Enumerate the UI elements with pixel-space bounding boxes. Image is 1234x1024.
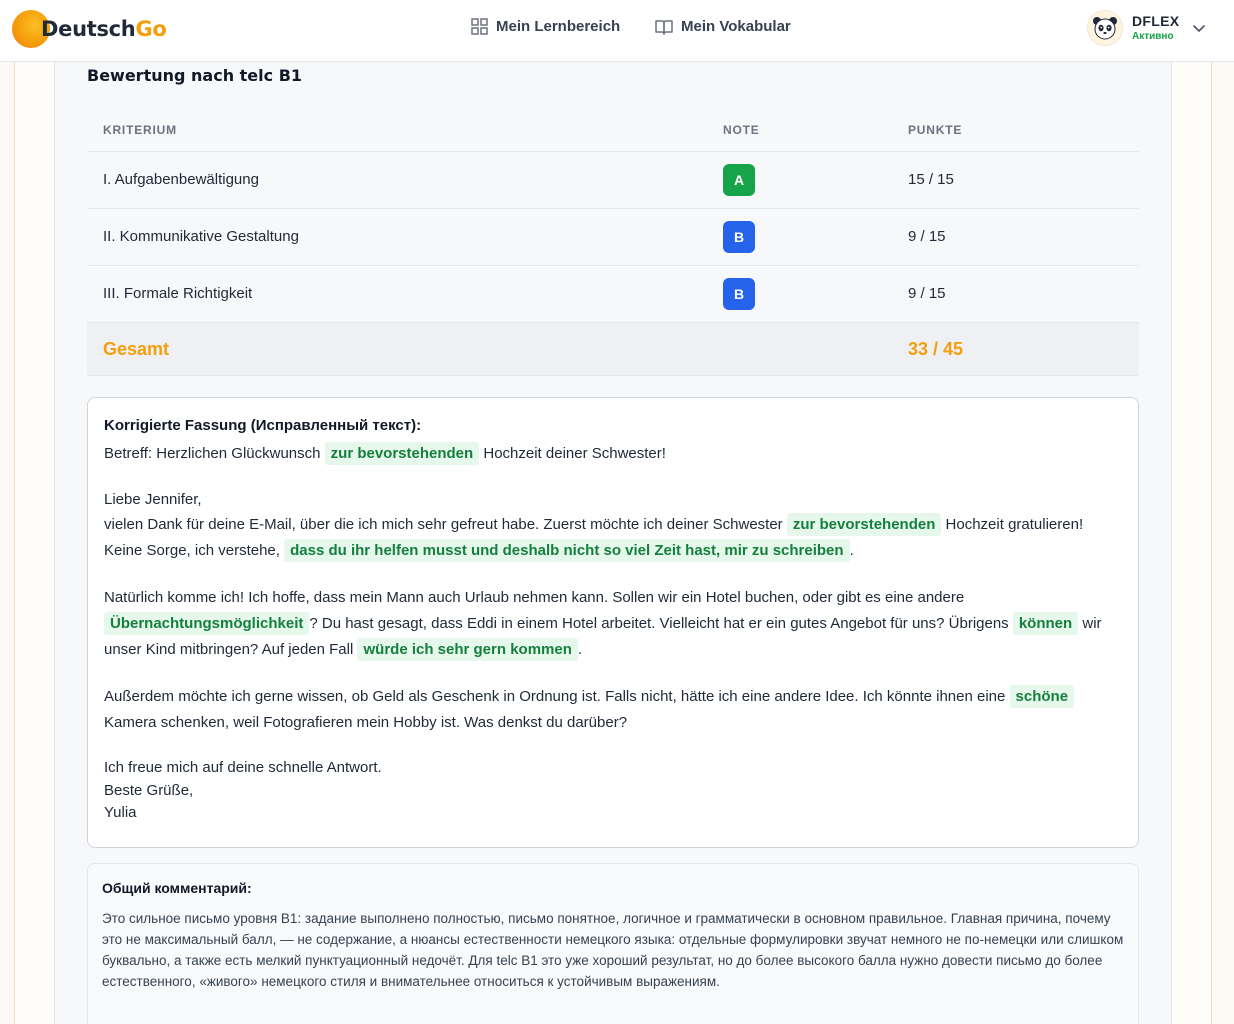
table-row: III. Formale Richtigkeit B 9 / 15 — [87, 266, 1139, 323]
correction-highlight: zur bevorstehenden — [324, 442, 480, 465]
correction-highlight: würde ich sehr gern kommen — [357, 638, 578, 661]
text-segment: vielen Dank für deine E-Mail, über die i… — [104, 516, 787, 533]
nav-mein-vokabular[interactable]: Mein Vokabular — [655, 18, 791, 35]
grade-badge: B — [723, 221, 755, 253]
correction-highlight: schöne — [1009, 685, 1075, 708]
signature: Yulia — [104, 804, 137, 821]
nav-label: Mein Lernbereich — [496, 18, 621, 35]
table-row: I. Aufgabenbewältigung A 15 / 15 — [87, 152, 1139, 209]
user-menu[interactable]: DFLEX Активно — [1087, 10, 1206, 46]
points-cell: 15 / 15 — [908, 171, 954, 188]
logo-text: DeutschGo — [41, 16, 167, 41]
logo-text-part1: Deutsch — [41, 16, 136, 41]
criterion-cell: II. Kommunikative Gestaltung — [103, 228, 299, 245]
criterion-cell: III. Formale Richtigkeit — [103, 285, 253, 302]
subject-line: Betreff: Herzlichen Glückwunsch zur bevo… — [104, 441, 1122, 467]
column-header-note: NOTE — [723, 123, 760, 137]
paragraph-3: Außerdem möchte ich gerne wissen, ob Gel… — [104, 684, 1122, 736]
corrected-version-box: Korrigierte Fassung (Исправленный текст)… — [87, 397, 1139, 848]
paragraph-1: vielen Dank für deine E-Mail, über die i… — [104, 512, 1122, 564]
text-segment: Kamera schenken, weil Fotografieren mein… — [104, 714, 628, 731]
correction-highlight: dass du ihr helfen musst und deshalb nic… — [284, 539, 850, 562]
general-comment-text: Это сильное письмо уровня B1: задание вы… — [102, 911, 1124, 989]
user-name: DFLEX — [1132, 12, 1180, 29]
top-navbar: DeutschGo Mein Lernbereich Mein Vokabula… — [0, 0, 1234, 62]
chevron-down-icon[interactable] — [1193, 25, 1206, 33]
nav-label: Mein Vokabular — [681, 18, 791, 35]
logo-text-part2: Go — [135, 16, 167, 41]
total-row: Gesamt 33 / 45 — [87, 323, 1139, 376]
user-status: Активно — [1132, 31, 1174, 43]
panda-avatar — [1087, 10, 1123, 46]
text-segment: Natürlich komme ich! Ich hoffe, dass mei… — [104, 589, 965, 606]
general-comment-title: Общий комментарий: — [102, 880, 252, 896]
evaluation-title: Bewertung nach telc B1 — [87, 66, 303, 85]
closing-line: Ich freue mich auf deine schnelle Antwor… — [104, 759, 382, 776]
column-header-punkte: PUNKTE — [908, 123, 963, 137]
text-segment: Betreff: Herzlichen Glückwunsch — [104, 445, 325, 462]
paragraph-2: Natürlich komme ich! Ich hoffe, dass mei… — [104, 585, 1122, 663]
corrected-text: Betreff: Herzlichen Glückwunsch zur bevo… — [104, 441, 1122, 825]
book-icon — [655, 19, 673, 35]
correction-highlight: können — [1012, 612, 1079, 635]
text-segment: Außerdem möchte ich gerne wissen, ob Gel… — [104, 688, 1010, 705]
evaluation-table: KRITERIUM NOTE PUNKTE I. Aufgabenbewälti… — [87, 106, 1139, 376]
greeting: Liebe Jennifer, — [104, 491, 202, 508]
text-segment: ? Du hast gesagt, dass Eddi in einem Hot… — [309, 615, 1013, 632]
grade-badge: B — [723, 278, 755, 310]
general-comment-box: Общий комментарий: Это сильное письмо ур… — [87, 863, 1139, 1024]
total-label: Gesamt — [103, 339, 170, 359]
table-row: II. Kommunikative Gestaltung B 9 / 15 — [87, 209, 1139, 266]
panda-icon — [1093, 17, 1117, 40]
text-segment: . — [849, 542, 854, 559]
text-segment: Hochzeit deiner Schwester! — [479, 445, 666, 462]
points-cell: 9 / 15 — [908, 285, 946, 302]
text-segment: . — [577, 641, 583, 658]
closing-greeting: Beste Grüße, — [104, 781, 194, 799]
column-header-kriterium: KRITERIUM — [103, 123, 177, 137]
criterion-cell: I. Aufgabenbewältigung — [103, 171, 259, 188]
correction-highlight: Übernachtungsmöglichkeit — [104, 612, 310, 635]
points-cell: 9 / 15 — [908, 228, 946, 245]
grid-icon — [471, 18, 488, 35]
correction-highlight: zur bevorstehenden — [786, 513, 942, 536]
total-points: 33 / 45 — [908, 339, 964, 359]
nav-mein-lernbereich[interactable]: Mein Lernbereich — [471, 18, 620, 35]
table-header: KRITERIUM NOTE PUNKTE — [87, 106, 1139, 152]
corrected-version-title: Korrigierte Fassung (Исправленный текст)… — [104, 417, 422, 434]
grade-badge: A — [723, 164, 755, 196]
logo[interactable]: DeutschGo — [12, 9, 167, 49]
